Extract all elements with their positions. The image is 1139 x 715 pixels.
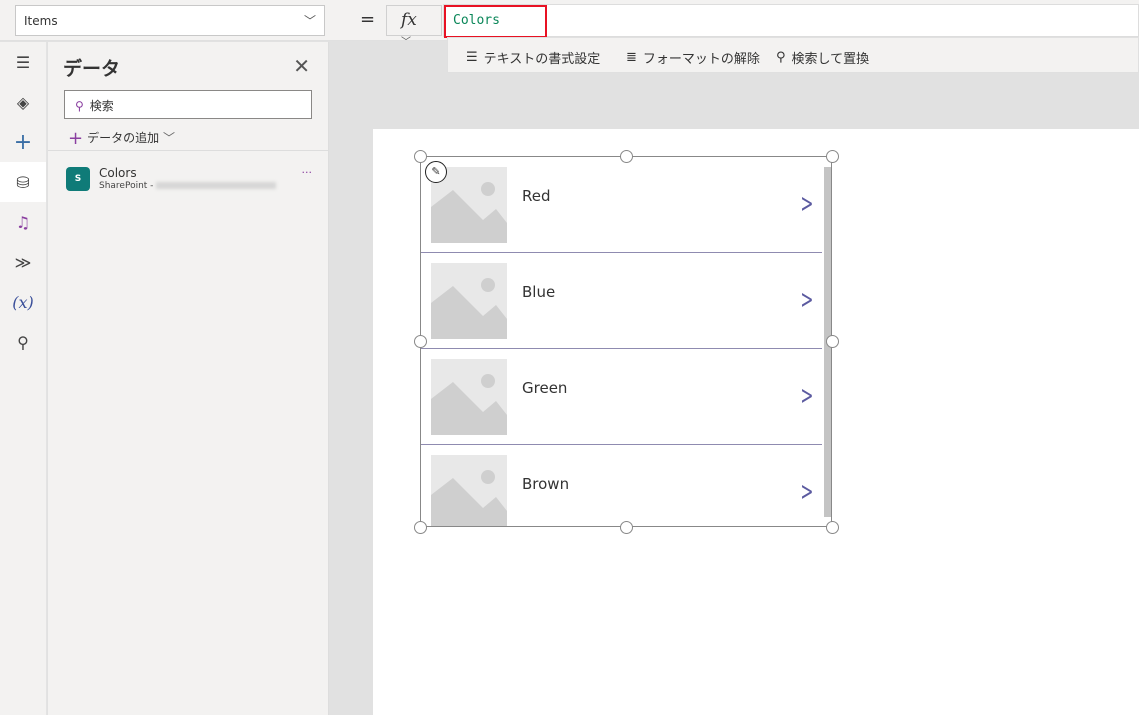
chevron-right-icon[interactable]: > [801,189,814,219]
item-title: Red [522,187,551,205]
remove-format-label: フォーマットの解除 [642,52,760,67]
equals-sign: = [360,9,376,30]
sharepoint-icon: S [66,167,90,191]
fx-icon: fx [401,10,417,30]
image-placeholder-icon [431,455,507,526]
resize-handle[interactable] [826,335,839,348]
resize-handle[interactable] [414,521,427,534]
search-icon[interactable]: ⚲ [0,322,46,362]
fx-button[interactable]: fx ﹀ [386,5,442,48]
find-replace-button[interactable]: ⚲ 検索して置換 [776,48,869,67]
variables-icon[interactable]: (x) [0,282,46,322]
resize-handle[interactable] [620,150,633,163]
more-options-icon[interactable]: ··· [302,166,313,179]
gallery[interactable]: Red > Blue > Green > Brown > [420,156,832,527]
close-icon[interactable]: ✕ [293,54,310,78]
property-value: Items [24,14,58,28]
remove-format-button[interactable]: ≣ フォーマットの解除 [626,48,760,67]
media-icon[interactable]: ♫ [0,202,46,242]
power-automate-icon[interactable]: ≫ [0,242,46,282]
format-bar: ☰ テキストの書式設定 ≣ フォーマットの解除 ⚲ 検索して置換 [447,37,1139,73]
left-rail: ☰ ◈ + ⛁ ♫ ≫ (x) ⚲ [0,42,47,715]
plus-icon: + [68,128,84,149]
data-panel: データ ✕ ⚲ 検索 + データの追加 ﹀ S Colors SharePoint … [48,42,329,715]
resize-handle[interactable] [414,335,427,348]
property-dropdown[interactable]: Items ﹀ [15,5,325,36]
image-placeholder-icon [431,359,507,435]
edit-icon[interactable]: ✎ [425,161,447,183]
data-icon[interactable]: ⛁ [0,162,46,202]
data-source-item[interactable]: S Colors SharePoint - ··· [66,166,316,192]
data-source-type: SharePoint - [99,181,277,191]
search-placeholder: 検索 [89,99,114,113]
top-bar: Items ﹀ = fx ﹀ Colors [0,0,1139,48]
format-text-icon: ☰ [466,50,478,65]
gallery-item[interactable]: Green > [421,349,822,445]
search-icon: ⚲ [75,99,84,113]
find-replace-label: 検索して置換 [791,52,870,67]
search-input[interactable]: ⚲ 検索 [64,90,312,119]
formula-text: Colors [453,13,500,28]
item-title: Green [522,379,568,397]
item-title: Brown [522,475,570,493]
panel-title: データ [63,58,121,80]
resize-handle[interactable] [620,521,633,534]
chevron-right-icon[interactable]: > [801,381,814,411]
item-title: Blue [522,283,556,301]
image-placeholder-icon [431,263,507,339]
resize-handle[interactable] [826,150,839,163]
gallery-item[interactable]: Blue > [421,253,822,349]
add-data-label: データの追加 [87,131,160,145]
insert-icon[interactable]: + [0,122,46,162]
chevron-down-icon: ﹀ [303,14,316,28]
formula-input[interactable]: Colors [443,4,1139,38]
resize-handle[interactable] [414,150,427,163]
search-icon: ⚲ [776,50,786,65]
chevron-down-icon: ﹀ [162,131,175,145]
resize-handle[interactable] [826,521,839,534]
gallery-item[interactable]: Red > [421,157,822,253]
format-text-label: テキストの書式設定 [483,52,601,67]
add-data-button[interactable]: + データの追加 ﹀ [68,128,175,149]
divider [48,150,329,151]
gallery-item[interactable]: Brown > [421,445,822,526]
chevron-right-icon[interactable]: > [801,477,814,507]
format-text-button[interactable]: ☰ テキストの書式設定 [466,48,600,67]
remove-format-icon: ≣ [626,50,637,65]
menu-icon[interactable]: ☰ [0,42,46,82]
chevron-down-icon: ﹀ [401,37,411,48]
chevron-right-icon[interactable]: > [801,285,814,315]
data-source-name: Colors [99,166,137,180]
layers-icon[interactable]: ◈ [0,82,46,122]
